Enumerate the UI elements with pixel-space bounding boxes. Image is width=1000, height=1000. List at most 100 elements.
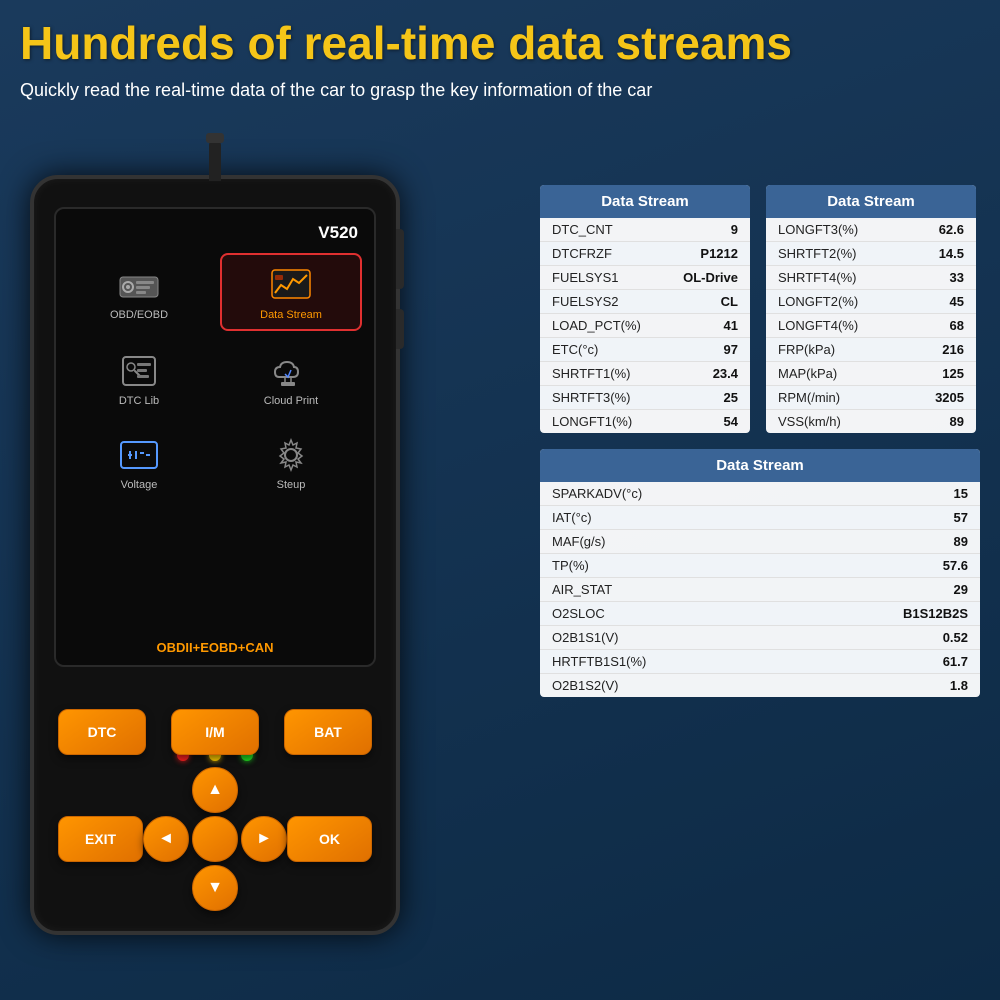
- menu-item-datastream[interactable]: Data Stream: [220, 253, 362, 331]
- table-key: MAP(kPa): [778, 366, 837, 381]
- table-row: RPM(/min)3205: [766, 386, 976, 410]
- menu-label-cloudprint: Cloud Print: [264, 395, 318, 407]
- table-val: 45: [950, 294, 964, 309]
- down-button[interactable]: ▼: [192, 865, 238, 911]
- table-1-header: Data Stream: [540, 185, 750, 218]
- table-2-header: Data Stream: [766, 185, 976, 218]
- btn-row-top: DTC I/M BAT: [54, 709, 376, 755]
- table-key: LONGFT4(%): [778, 318, 858, 333]
- menu-label-datastream: Data Stream: [260, 309, 322, 321]
- table-key: HRTFTB1S1(%): [552, 654, 646, 669]
- table-key: LONGFT3(%): [778, 222, 858, 237]
- table-key: FUELSYS1: [552, 270, 618, 285]
- table-val: 57: [954, 510, 968, 525]
- dtclib-icon: [117, 353, 161, 389]
- screen-bottom-text: OBDII+EOBD+CAN: [56, 640, 374, 655]
- right-button[interactable]: ►: [241, 816, 287, 862]
- table-row: FRP(kPa)216: [766, 338, 976, 362]
- table-val: 89: [950, 414, 964, 429]
- table-val: 25: [724, 390, 738, 405]
- table-key: SHRTFT3(%): [552, 390, 630, 405]
- table-row: ETC(°c) 97: [540, 338, 750, 362]
- data-table-container: Data Stream DTC_CNT 9 DTCFRZF P1212 FUELSYS1…: [540, 185, 980, 697]
- table-key: O2B1S2(V): [552, 678, 618, 693]
- table-row: SHRTFT2(%)14.5: [766, 242, 976, 266]
- table-val: 89: [954, 534, 968, 549]
- table-val: CL: [721, 294, 738, 309]
- table-row: LONGFT2(%) 45: [766, 290, 976, 314]
- menu-item-steup[interactable]: Steup: [220, 425, 362, 499]
- table-row: SPARKADV(°c)15: [540, 482, 980, 506]
- center-button[interactable]: [192, 816, 238, 862]
- exit-button[interactable]: EXIT: [58, 816, 143, 862]
- table-3-header: Data Stream: [540, 449, 980, 482]
- table-val: B1S12B2S: [903, 606, 968, 621]
- menu-item-voltage[interactable]: Voltage: [68, 425, 210, 499]
- device-body: V520 OBD/EOBD: [30, 175, 400, 935]
- table-key: MAF(g/s): [552, 534, 605, 549]
- table-key: FUELSYS2: [552, 294, 618, 309]
- table-row: FUELSYS2 CL: [540, 290, 750, 314]
- table-key: DTCFRZF: [552, 246, 612, 261]
- table-val: 216: [942, 342, 964, 357]
- table-key: SHRTFT1(%): [552, 366, 630, 381]
- im-button[interactable]: I/M: [171, 709, 259, 755]
- table-key: SPARKADV(°c): [552, 486, 642, 501]
- table-row: TP(%)57.6: [540, 554, 980, 578]
- table2-rows: LONGFT3(%)62.6SHRTFT2(%)14.5SHRTFT4(%)33…: [766, 218, 976, 433]
- data-table-2: Data Stream LONGFT3(%)62.6SHRTFT2(%)14.5…: [766, 185, 976, 433]
- device-model: V520: [68, 223, 362, 243]
- table-val: 41: [724, 318, 738, 333]
- bat-button[interactable]: BAT: [284, 709, 372, 755]
- dtc-button[interactable]: DTC: [58, 709, 146, 755]
- buttons-section: DTC I/M BAT EXIT ▲ ◄ ► ▼: [54, 709, 376, 911]
- table-val: 97: [724, 342, 738, 357]
- side-grip-1: [396, 229, 404, 289]
- table-val: 54: [724, 414, 738, 429]
- table-row: SHRTFT1(%)23.4: [540, 362, 750, 386]
- table-val: 125: [942, 366, 964, 381]
- header-section: Hundreds of real-time data streams Quick…: [20, 18, 980, 104]
- table-row: MAP(kPa) 125: [766, 362, 976, 386]
- table-key: AIR_STAT: [552, 582, 612, 597]
- settings-icon: [269, 437, 313, 473]
- ok-button[interactable]: OK: [287, 816, 372, 862]
- table-row: SHRTFT4(%)33: [766, 266, 976, 290]
- up-button[interactable]: ▲: [192, 767, 238, 813]
- menu-label-voltage: Voltage: [121, 479, 158, 491]
- table-val: 9: [731, 222, 738, 237]
- table-key: O2SLOC: [552, 606, 605, 621]
- table-val: 61.7: [943, 654, 968, 669]
- menu-grid: OBD/EOBD Data Stream: [68, 253, 362, 499]
- table-row: DTC_CNT 9: [540, 218, 750, 242]
- table-row: MAF(g/s) 89: [540, 530, 980, 554]
- antenna-tip: [206, 133, 224, 143]
- table-key: LONGFT1(%): [552, 414, 632, 429]
- menu-item-dtclib[interactable]: DTC Lib: [68, 341, 210, 415]
- table-row: O2B1S1(V)0.52: [540, 626, 980, 650]
- side-grip-2: [396, 309, 404, 349]
- table-key: VSS(km/h): [778, 414, 841, 429]
- menu-item-obd[interactable]: OBD/EOBD: [68, 253, 210, 331]
- table-row: O2B1S2(V)1.8: [540, 674, 980, 697]
- obd-icon: [117, 267, 161, 303]
- table-key: LONGFT2(%): [778, 294, 858, 309]
- device-screen: V520 OBD/EOBD: [54, 207, 376, 667]
- table-key: DTC_CNT: [552, 222, 613, 237]
- table-key: ETC(°c): [552, 342, 598, 357]
- table-key: RPM(/min): [778, 390, 840, 405]
- table-val: 0.52: [943, 630, 968, 645]
- table-row: O2SLOC B1S12B2S: [540, 602, 980, 626]
- table-key: LOAD_PCT(%): [552, 318, 641, 333]
- table-val: 68: [950, 318, 964, 333]
- table-key: SHRTFT2(%): [778, 246, 856, 261]
- table-row: AIR_STAT29: [540, 578, 980, 602]
- table-key: SHRTFT4(%): [778, 270, 856, 285]
- table3-rows: SPARKADV(°c)15IAT(°c)57MAF(g/s)89TP(%)57…: [540, 482, 980, 697]
- left-button[interactable]: ◄: [143, 816, 189, 862]
- menu-item-cloudprint[interactable]: Cloud Print: [220, 341, 362, 415]
- menu-label-dtclib: DTC Lib: [119, 395, 159, 407]
- data-table-1: Data Stream DTC_CNT 9 DTCFRZF P1212 FUELSYS1…: [540, 185, 750, 433]
- table-val: P1212: [700, 246, 738, 261]
- table-row: DTCFRZF P1212: [540, 242, 750, 266]
